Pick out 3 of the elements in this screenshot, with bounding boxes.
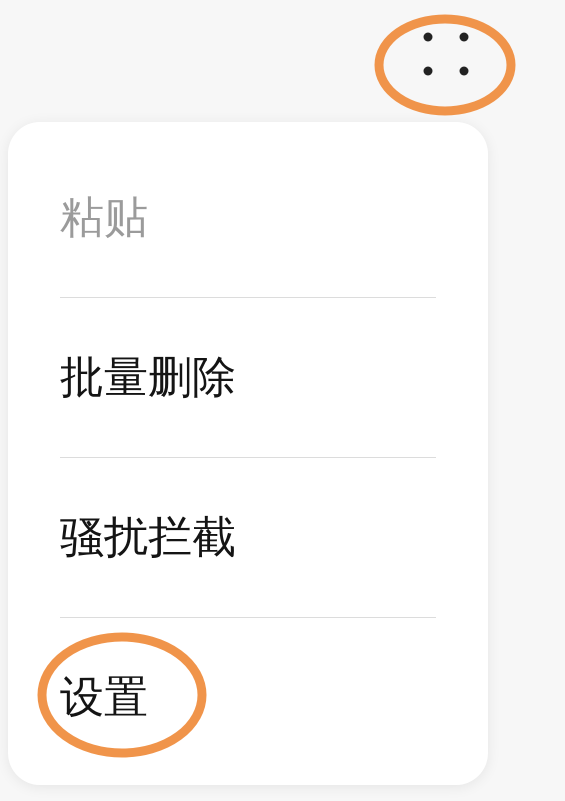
dots-icon <box>423 32 469 76</box>
menu-item[interactable]: 批量删除 <box>60 344 236 410</box>
menu-item[interactable]: 骚扰拦截 <box>60 504 236 570</box>
